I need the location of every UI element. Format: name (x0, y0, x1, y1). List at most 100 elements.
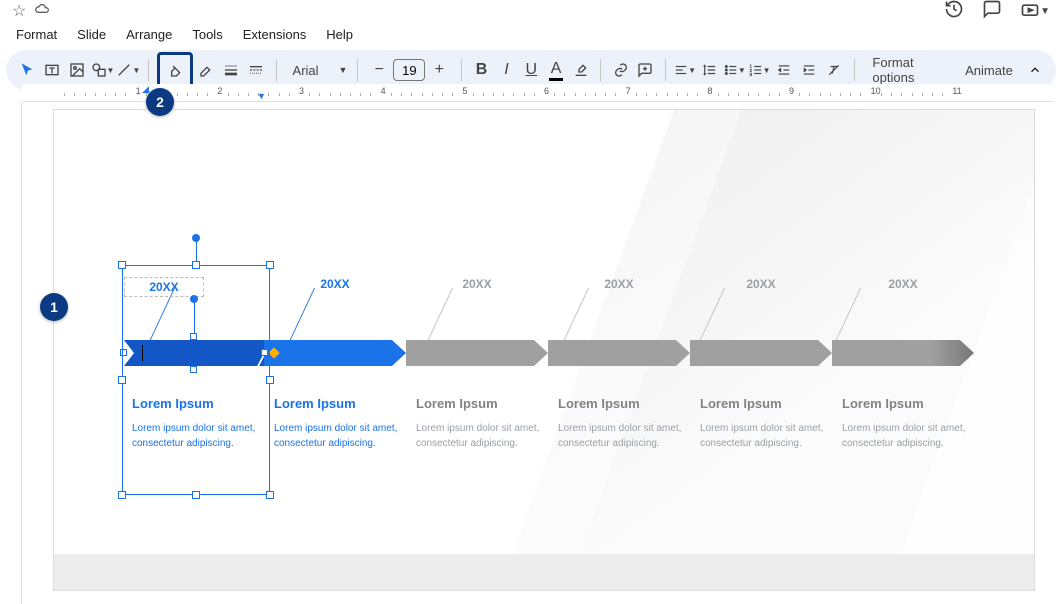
timeline-segment[interactable] (124, 340, 264, 366)
item-title: Lorem Ipsum (700, 396, 828, 411)
menu-extensions[interactable]: Extensions (235, 25, 315, 44)
menu-tools[interactable]: Tools (184, 25, 230, 44)
ruler-tick: 10 (871, 86, 881, 96)
footer-band (54, 554, 1034, 590)
annotation-callout-2: 2 (146, 88, 174, 116)
border-color-icon[interactable] (195, 56, 218, 84)
timeline-segment[interactable] (548, 340, 690, 366)
menu-arrange[interactable]: Arrange (118, 25, 180, 44)
image-icon[interactable] (66, 56, 89, 84)
collapse-toolbar-icon[interactable] (1025, 57, 1046, 83)
group-selection (122, 265, 270, 495)
indent-decrease-icon[interactable] (773, 56, 796, 84)
ruler-tick: 9 (789, 86, 794, 96)
align-icon[interactable]: ▼ (674, 56, 697, 84)
fill-color-icon[interactable] (161, 56, 189, 84)
item-title: Lorem Ipsum (416, 396, 544, 411)
description-row: Lorem Ipsum Lorem ipsum dolor sit amet, … (132, 396, 982, 451)
numbered-list-icon[interactable]: 123▼ (748, 56, 771, 84)
present-icon[interactable]: ▼ (1020, 1, 1050, 21)
ruler-tick: 1 (136, 86, 141, 96)
bullet-list-icon[interactable]: ▼ (723, 56, 746, 84)
item-title: Lorem Ipsum (132, 396, 260, 411)
year-label[interactable]: 20XX (406, 277, 548, 297)
timeline-item[interactable]: Lorem Ipsum Lorem ipsum dolor sit amet, … (700, 396, 828, 451)
timeline (124, 340, 974, 366)
insert-comment-icon[interactable] (634, 56, 657, 84)
annotation-callout-1: 1 (40, 293, 68, 321)
slide[interactable]: 20XX 20XX 20XX 20XX 20XX 20XX (54, 110, 1034, 590)
year-row: 20XX 20XX 20XX 20XX 20XX 20XX (124, 277, 974, 297)
bold-icon[interactable]: B (470, 56, 493, 84)
timeline-item[interactable]: Lorem Ipsum Lorem ipsum dolor sit amet, … (274, 396, 402, 451)
slide-canvas[interactable]: 20XX 20XX 20XX 20XX 20XX 20XX (22, 102, 1054, 596)
timeline-segment[interactable] (690, 340, 832, 366)
border-dash-icon[interactable] (245, 56, 268, 84)
line-spacing-icon[interactable] (699, 56, 722, 84)
timeline-segment[interactable] (406, 340, 548, 366)
comment-icon[interactable] (982, 0, 1002, 24)
year-label[interactable]: 20XX (124, 277, 204, 297)
select-tool-icon[interactable] (16, 56, 39, 84)
ruler-tick: 5 (462, 86, 467, 96)
timeline-segment[interactable] (264, 340, 406, 366)
year-label[interactable]: 20XX (832, 277, 974, 297)
font-select[interactable]: Arial ▼ (285, 63, 349, 78)
history-icon[interactable] (944, 0, 964, 24)
font-size-decrease[interactable]: − (365, 56, 393, 84)
ruler-tick: 3 (299, 86, 304, 96)
item-title: Lorem Ipsum (842, 396, 970, 411)
item-body: Lorem ipsum dolor sit amet, consectetur … (842, 421, 970, 451)
font-size-input[interactable]: 19 (393, 59, 425, 81)
timeline-item[interactable]: Lorem Ipsum Lorem ipsum dolor sit amet, … (132, 396, 260, 451)
insert-link-icon[interactable] (609, 56, 632, 84)
menubar: Format Slide Arrange Tools Extensions He… (0, 22, 1062, 46)
title-area: ☆ ▼ (0, 0, 1062, 22)
timeline-segment[interactable] (832, 340, 974, 366)
clear-formatting-icon[interactable] (823, 56, 846, 84)
text-color-icon[interactable]: A (545, 56, 568, 84)
fill-color-highlight (157, 52, 193, 88)
italic-icon[interactable]: I (495, 56, 518, 84)
item-body: Lorem ipsum dolor sit amet, consectetur … (700, 421, 828, 451)
line-icon[interactable]: ▼ (116, 56, 140, 84)
chevron-down-icon: ▼ (339, 65, 348, 75)
year-label[interactable]: 20XX (690, 277, 832, 297)
cloud-saved-icon[interactable] (34, 1, 50, 22)
textbox-icon[interactable] (41, 56, 64, 84)
menu-format[interactable]: Format (8, 25, 65, 44)
font-size-increase[interactable]: + (425, 56, 453, 84)
timeline-item[interactable]: Lorem Ipsum Lorem ipsum dolor sit amet, … (558, 396, 686, 451)
menu-slide[interactable]: Slide (69, 25, 114, 44)
ruler-tick: 6 (544, 86, 549, 96)
item-body: Lorem ipsum dolor sit amet, consectetur … (416, 421, 544, 451)
ruler-tick: 2 (217, 86, 222, 96)
font-name: Arial (293, 63, 319, 78)
border-weight-icon[interactable] (220, 56, 243, 84)
year-label[interactable]: 20XX (264, 277, 406, 297)
ruler-tick: 8 (707, 86, 712, 96)
ruler-tick: 4 (381, 86, 386, 96)
timeline-item[interactable]: Lorem Ipsum Lorem ipsum dolor sit amet, … (416, 396, 544, 451)
underline-icon[interactable]: U (520, 56, 543, 84)
vertical-ruler[interactable] (0, 102, 22, 604)
item-body: Lorem ipsum dolor sit amet, consectetur … (132, 421, 260, 451)
item-body: Lorem ipsum dolor sit amet, consectetur … (274, 421, 402, 451)
star-icon[interactable]: ☆ (12, 1, 26, 21)
indent-increase-icon[interactable] (798, 56, 821, 84)
horizontal-ruler[interactable]: ◢ ▼ 1234567891011 (22, 84, 1054, 102)
highlight-color-icon[interactable] (570, 56, 593, 84)
item-title: Lorem Ipsum (558, 396, 686, 411)
animate-button[interactable]: Animate (955, 59, 1023, 82)
timeline-item[interactable]: Lorem Ipsum Lorem ipsum dolor sit amet, … (842, 396, 970, 451)
year-label[interactable]: 20XX (548, 277, 690, 297)
ruler-tick: 7 (626, 86, 631, 96)
text-cursor (142, 345, 143, 361)
rotate-handle[interactable] (192, 234, 200, 242)
item-body: Lorem ipsum dolor sit amet, consectetur … (558, 421, 686, 451)
svg-text:3: 3 (749, 72, 752, 77)
item-title: Lorem Ipsum (274, 396, 402, 411)
ruler-tick: 11 (952, 86, 961, 96)
shape-icon[interactable]: ▼ (91, 56, 115, 84)
menu-help[interactable]: Help (318, 25, 361, 44)
